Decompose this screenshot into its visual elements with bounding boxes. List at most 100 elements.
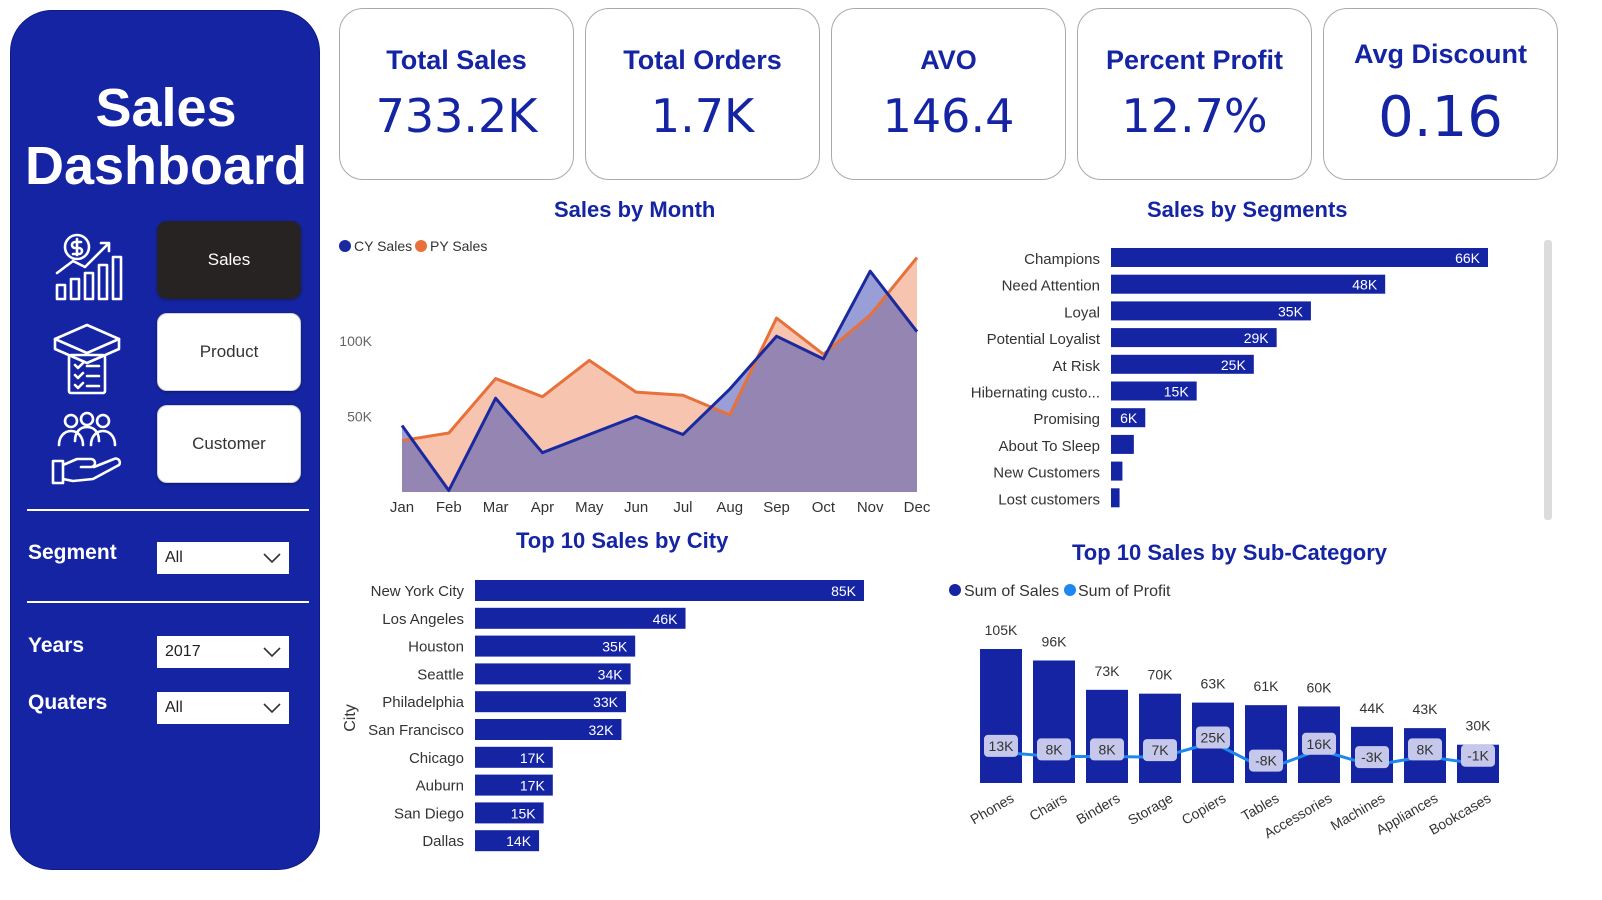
kpi-label: AVO [920,45,977,75]
chevron-down-icon [263,553,281,563]
subcategory-value-label: 44K [1360,700,1386,716]
sales-by-month-title: Sales by Month [554,197,716,222]
legend-py-marker [415,240,427,252]
city-value-label: 17K [520,750,546,766]
profit-value-label: 13K [989,738,1015,754]
subcategory-x-label: Binders [1073,790,1122,828]
city-value-label: 35K [602,639,628,655]
segment-value-label: 66K [1455,250,1481,266]
sales-by-month-chart: CY Sales PY Sales 50K 100K Jan Feb Mar Apr May Ju… [339,238,931,516]
city-bar [475,580,864,601]
city-label: Houston [408,639,464,656]
legend-profit-label: Sum of Profit [1078,583,1171,600]
x-tick-label: Oct [812,499,836,516]
kpi-value: 733.2K [375,89,538,143]
chevron-down-icon [263,703,281,713]
city-label: New York City [371,583,465,600]
nav-sales-button[interactable]: Sales [157,221,301,299]
subcategory-value-label: 70K [1148,667,1174,683]
segment-bar [1111,434,1134,454]
nav-customer-button[interactable]: Customer [157,405,301,483]
segment-label: New Customers [993,465,1100,482]
profit-value-label: 8K [1045,741,1063,757]
segment-label: Need Attention [1002,278,1100,295]
sales-by-segments-title: Sales by Segments [1147,197,1348,222]
profit-value-label: 8K [1098,741,1116,757]
subcategory-value-label: 73K [1095,663,1121,679]
segment-label: Champions [1024,251,1100,268]
kpi-avo-card: AVO 146.4 [831,8,1066,180]
subcategory-value-label: 63K [1201,676,1227,692]
legend-cy-label: CY Sales [354,238,412,254]
segment-label: Potential Loyalist [987,331,1101,348]
legend-cy-marker [339,240,351,252]
x-tick-label: Nov [857,499,884,516]
subcategory-value-label: 30K [1466,718,1492,734]
segment-bar [1111,274,1386,294]
sales-by-subcategory-chart: Sum of Sales Sum of Profit 105K 96K 73K 70K 63… [949,583,1499,841]
subcategory-x-label: Phones [967,790,1016,828]
x-tick-label: Mar [483,499,509,516]
city-value-label: 46K [653,611,679,627]
kpi-total-orders-card: Total Orders 1.7K [585,8,820,180]
x-tick-label: Jun [624,499,648,516]
x-tick-label: Apr [531,499,554,516]
profit-value-label: -3K [1361,749,1383,765]
kpi-percent-profit-card: Percent Profit 12.7% [1077,8,1312,180]
sales-by-segments-chart: Champions 66K Need Attention 48K Loyal 35K Pot… [971,240,1552,520]
kpi-value: 12.7% [1121,89,1268,143]
city-value-label: 32K [589,722,615,738]
segment-value-label: 48K [1352,277,1378,293]
segment-label: Loyal [1064,304,1100,321]
subcategory-value-label: 61K [1254,678,1280,694]
years-dropdown[interactable]: 2017 [157,636,289,668]
profit-value-label: 8K [1416,741,1434,757]
profit-value-label: -8K [1255,753,1277,769]
segment-dropdown[interactable]: All [157,542,289,574]
legend-sales-marker [949,584,961,596]
subcategory-bar [1139,693,1181,783]
segment-label: Lost customers [998,491,1100,508]
nav-sales-label: Sales [207,250,251,269]
x-tick-label: Aug [716,499,743,516]
years-dropdown-value: 2017 [165,643,201,660]
y-tick-label: 50K [347,408,373,424]
sidebar-divider [27,601,309,603]
quarters-filter-label: Quaters [28,691,108,714]
nav-customer-label: Customer [192,434,266,453]
segment-value-label: 25K [1221,357,1247,373]
segment-bar [1111,488,1120,508]
profit-value-label: 25K [1201,730,1227,746]
city-label: Auburn [416,778,464,795]
city-label: San Diego [394,805,464,822]
x-tick-label: Sep [763,499,790,516]
city-label: Dallas [422,833,464,850]
legend-py-label: PY Sales [430,238,487,254]
city-value-label: 85K [831,583,857,599]
city-label: San Francisco [368,722,464,739]
segment-label: At Risk [1052,358,1100,375]
x-tick-label: May [575,499,604,516]
segment-label: About To Sleep [999,438,1100,455]
sidebar-divider [27,509,309,511]
city-label: Los Angeles [382,611,464,628]
profit-value-label: 16K [1307,736,1333,752]
sales-by-city-title: Top 10 Sales by City [516,528,729,553]
profit-value-label: -1K [1467,748,1489,764]
quarters-dropdown[interactable]: All [157,692,289,724]
subcategory-value-label: 105K [985,622,1018,638]
kpi-label: Avg Discount [1353,39,1527,69]
subcategory-value-label: 96K [1042,633,1068,649]
segment-dropdown-value: All [165,549,183,566]
city-value-label: 17K [520,778,546,794]
segment-filter-label: Segment [28,541,117,564]
nav-product-button[interactable]: Product [157,313,301,391]
segments-scrollbar [1544,240,1552,520]
segment-value-label: 6K [1120,410,1138,426]
x-tick-label: Jan [390,499,414,516]
segment-label: Hibernating custo... [971,385,1100,402]
x-tick-label: Jul [673,499,692,516]
customer-hand-icon [51,411,122,485]
subcategory-bar [980,649,1022,783]
sidebar: Sales Dashboard Sales Product Customer S… [10,10,320,870]
